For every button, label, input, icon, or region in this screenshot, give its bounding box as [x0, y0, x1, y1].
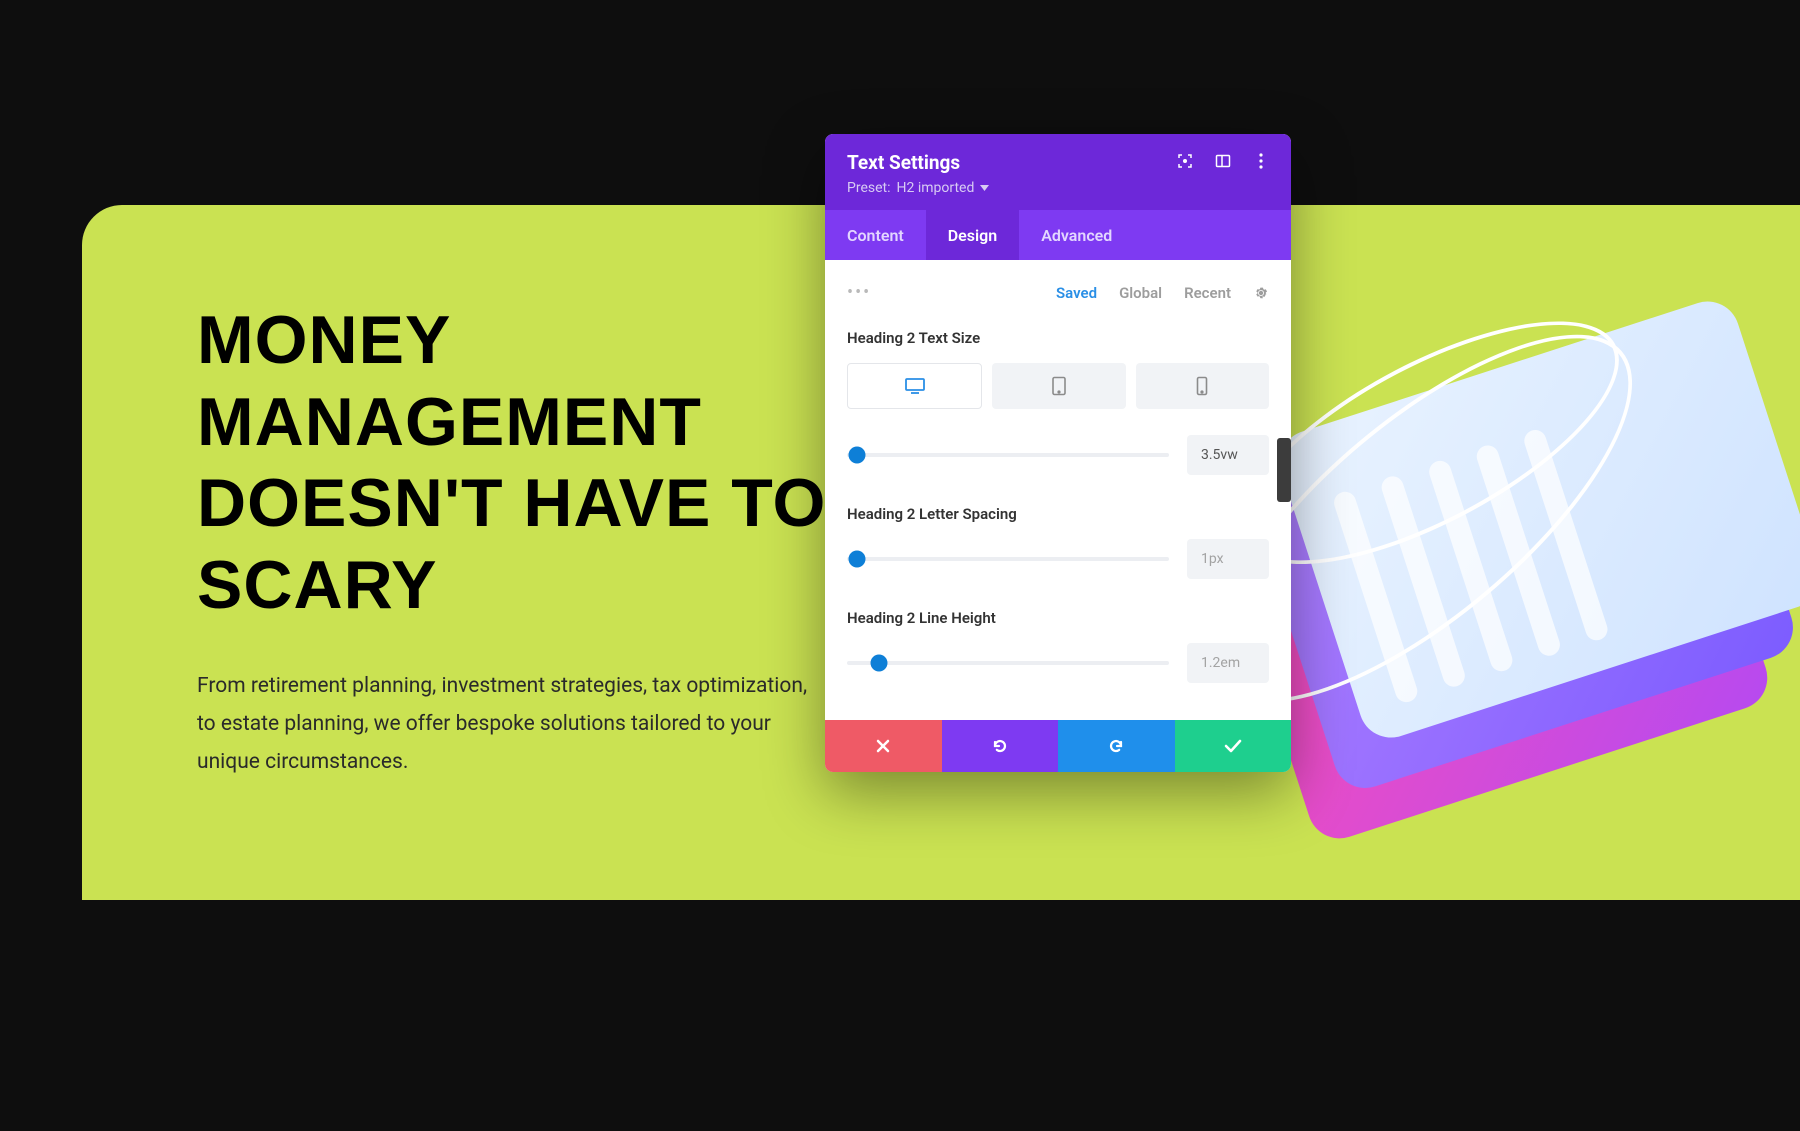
filter-global[interactable]: Global	[1119, 284, 1162, 302]
text-size-value[interactable]: 3.5vw	[1187, 435, 1269, 475]
redo-button[interactable]	[1058, 720, 1175, 772]
responsive-device-tabs	[847, 363, 1269, 409]
filter-recent[interactable]: Recent	[1184, 284, 1231, 302]
slider-knob[interactable]	[848, 551, 865, 568]
preset-name: H2 imported	[897, 180, 975, 196]
device-desktop[interactable]	[847, 363, 982, 409]
letter-spacing-label: Heading 2 Letter Spacing	[847, 505, 1269, 523]
device-phone[interactable]	[1136, 363, 1269, 409]
cancel-button[interactable]	[825, 720, 942, 772]
preset-dropdown[interactable]: Preset: H2 imported	[847, 180, 1269, 196]
slider-knob[interactable]	[848, 447, 865, 464]
line-height-label: Heading 2 Line Height	[847, 609, 1269, 627]
text-size-slider[interactable]	[847, 453, 1169, 457]
tab-advanced[interactable]: Advanced	[1019, 210, 1134, 260]
page-headline: MONEY MANAGEMENT DOESN'T HAVE TO SCARY	[197, 300, 837, 626]
accept-button[interactable]	[1175, 720, 1292, 772]
action-bar	[825, 720, 1291, 772]
line-height-value[interactable]: 1.2em	[1187, 643, 1269, 683]
tab-content[interactable]: Content	[825, 210, 926, 260]
preset-prefix: Preset:	[847, 180, 891, 196]
settings-tabs: Content Design Advanced	[825, 210, 1291, 260]
sidebar-toggle-icon[interactable]	[1215, 153, 1231, 169]
chevron-down-icon	[980, 185, 989, 191]
more-menu-icon[interactable]	[1253, 153, 1269, 169]
preset-filters: Saved Global Recent	[1056, 284, 1269, 302]
text-size-label: Heading 2 Text Size	[847, 329, 1269, 347]
line-height-slider[interactable]	[847, 661, 1169, 665]
settings-title: Text Settings	[847, 151, 960, 174]
slider-knob[interactable]	[871, 655, 888, 672]
undo-button[interactable]	[942, 720, 1059, 772]
tab-design[interactable]: Design	[926, 210, 1019, 260]
text-settings-panel: Text Settings Preset: H2 imported Con	[825, 134, 1291, 772]
letter-spacing-slider[interactable]	[847, 557, 1169, 561]
device-tablet[interactable]	[992, 363, 1125, 409]
drag-handle-icon[interactable]: •••	[847, 282, 871, 303]
scrollbar-thumb[interactable]	[1277, 438, 1291, 502]
settings-body: ••• Saved Global Recent Heading 2 Text S…	[825, 260, 1291, 720]
settings-header: Text Settings Preset: H2 imported	[825, 134, 1291, 210]
focus-icon[interactable]	[1177, 153, 1193, 169]
filter-saved[interactable]: Saved	[1056, 284, 1097, 302]
gear-icon[interactable]	[1253, 285, 1269, 301]
letter-spacing-value[interactable]: 1px	[1187, 539, 1269, 579]
page-subtext: From retirement planning, investment str…	[197, 668, 817, 781]
